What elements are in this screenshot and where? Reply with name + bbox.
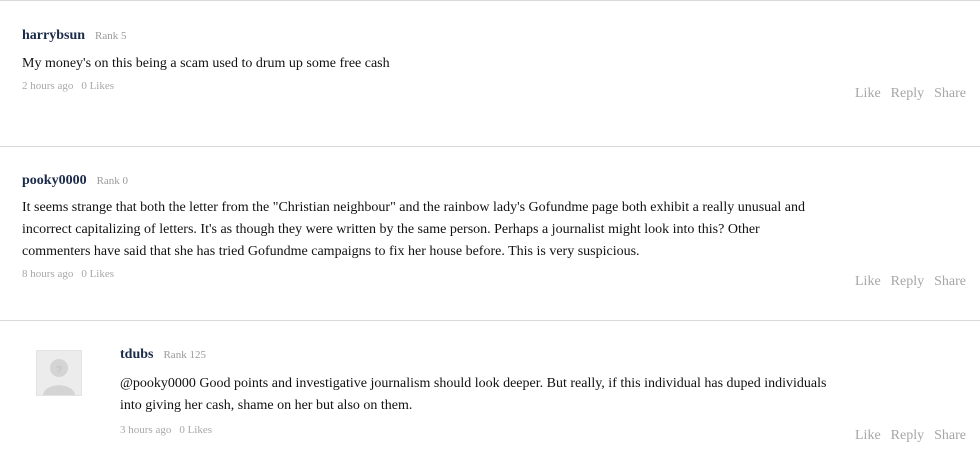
comment-rank: Rank 5 [95,30,127,42]
comment-author[interactable]: tdubs [120,347,153,363]
like-button[interactable]: Like [855,428,881,444]
comment-header: pooky0000 Rank 0 [22,173,962,193]
comment-actions: Like Reply Share [855,274,966,290]
comment-meta: 3 hours ago 0 Likes [120,424,970,436]
comment-tdubs: tdubs Rank 125 @pooky0000 Good points an… [120,347,970,436]
comment-rank: Rank 125 [163,349,206,361]
top-divider [0,0,980,1]
comment-text-line: It seems strange that both the letter fr… [22,200,805,215]
comment-divider [0,320,980,321]
share-button[interactable]: Share [934,86,966,102]
comment-header: harrybsun Rank 5 [22,28,962,48]
reply-button[interactable]: Reply [891,86,924,102]
comment-author[interactable]: harrybsun [22,28,85,44]
share-button[interactable]: Share [934,428,966,444]
reply-button[interactable]: Reply [891,428,924,444]
comment-rank: Rank 0 [96,175,129,187]
comment-harrybsun: harrybsun Rank 5 My money's on this bein… [22,28,962,92]
default-user-avatar-icon[interactable]: ? [36,350,82,396]
comment-header: tdubs Rank 125 [120,347,970,367]
comment-timestamp: 2 hours ago [22,80,74,92]
like-button[interactable]: Like [855,274,881,290]
comment-likes-count: 0 Likes [81,268,115,280]
comment-actions: Like Reply Share [855,428,966,444]
comment-actions: Like Reply Share [855,86,966,102]
comment-text: @pooky0000 Good points and investigative… [120,373,970,417]
comment-text-line: @pooky0000 Good points and investigative… [120,376,827,391]
comment-meta: 8 hours ago 0 Likes [22,268,962,280]
share-button[interactable]: Share [934,274,966,290]
comment-divider [0,146,980,147]
comment-likes-count: 0 Likes [179,424,213,436]
comment-text-line: incorrect capitalizing of letters. It's … [22,222,760,237]
comment-pooky0000: pooky0000 Rank 0 It seems strange that b… [22,173,962,280]
avatar-silhouette-icon: ? [37,351,81,395]
comment-author[interactable]: pooky0000 [22,173,87,189]
comment-text: It seems strange that both the letter fr… [22,197,962,263]
comments-section: harrybsun Rank 5 My money's on this bein… [0,0,980,470]
comment-text: My money's on this being a scam used to … [22,56,390,71]
comment-text-line: commenters have said that she has tried … [22,244,640,259]
like-button[interactable]: Like [855,86,881,102]
comment-timestamp: 3 hours ago [120,424,172,436]
svg-text:?: ? [56,365,62,376]
comment-likes-count: 0 Likes [81,80,115,92]
comment-meta: 2 hours ago 0 Likes [22,80,962,92]
comment-text-line: into giving her cash, shame on her but a… [120,398,413,413]
comment-timestamp: 8 hours ago [22,268,74,280]
reply-button[interactable]: Reply [891,274,924,290]
